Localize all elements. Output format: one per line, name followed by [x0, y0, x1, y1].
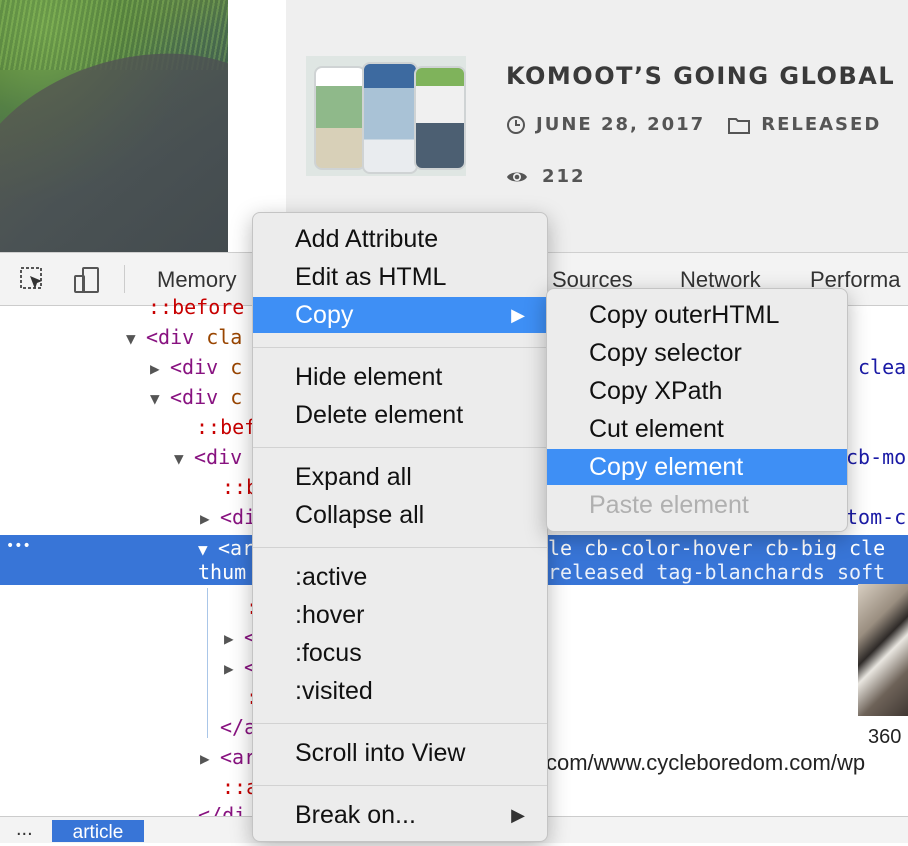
menu-item-copy-selector[interactable]: Copy selector — [547, 335, 847, 371]
image-url[interactable]: com/www.cycleboredom.com/wp — [546, 750, 865, 776]
clock-icon — [507, 115, 525, 134]
menu-item-active-state[interactable]: :active — [253, 559, 547, 595]
phone-screenshot-2 — [362, 62, 418, 174]
context-menu: Add Attribute Edit as HTML Copy ▶ Hide el… — [252, 212, 548, 842]
menu-separator — [253, 447, 547, 448]
menu-separator — [253, 723, 547, 724]
menu-item-copy-xpath[interactable]: Copy XPath — [547, 373, 847, 409]
image-preview — [858, 584, 908, 716]
menu-item-visited-state[interactable]: :visited — [253, 673, 547, 709]
menu-item-expand-all[interactable]: Expand all — [253, 459, 547, 495]
tree-line[interactable]: ▶ <ar — [200, 742, 256, 772]
menu-item-hide-element[interactable]: Hide element — [253, 359, 547, 395]
device-toolbar-icon[interactable] — [72, 265, 102, 295]
menu-item-scroll-into-view[interactable]: Scroll into View — [253, 735, 547, 771]
folder-icon — [728, 117, 751, 134]
post-thumbnail[interactable] — [306, 56, 466, 176]
menu-item-focus-state[interactable]: :focus — [253, 635, 547, 671]
inspect-element-icon[interactable] — [18, 265, 48, 295]
menu-item-hover-state[interactable]: :hover — [253, 597, 547, 633]
menu-separator — [253, 347, 547, 348]
menu-item-copy[interactable]: Copy ▶ — [253, 297, 547, 333]
phone-screenshot-1 — [314, 66, 366, 170]
views-count: 212 — [542, 166, 586, 187]
menu-item-copy-outerhtml[interactable]: Copy outerHTML — [547, 297, 847, 333]
post-views: 212 — [506, 166, 586, 187]
image-dimensions: 360 — [868, 726, 902, 748]
expand-triangle-icon[interactable]: ▶ — [224, 654, 244, 684]
copy-submenu: Copy outerHTML Copy selector Copy XPath … — [546, 288, 848, 532]
menu-item-edit-as-html[interactable]: Edit as HTML — [253, 259, 547, 295]
tree-line[interactable]: </a — [220, 712, 256, 742]
menu-item-collapse-all[interactable]: Collapse all — [253, 497, 547, 533]
post-category[interactable]: RELEASED — [761, 114, 881, 135]
hero-photo — [0, 0, 228, 252]
post-date: JUNE 28, 2017 — [536, 114, 706, 135]
phone-screenshot-3 — [414, 66, 466, 170]
menu-separator — [253, 785, 547, 786]
submenu-arrow-icon: ▶ — [511, 305, 525, 325]
breadcrumb-article[interactable]: article — [52, 820, 144, 843]
eye-icon — [507, 172, 527, 181]
breadcrumb-more[interactable]: ... — [16, 818, 33, 841]
menu-item-break-on[interactable]: Break on... ▶ — [253, 797, 547, 833]
expand-triangle-icon[interactable]: ▶ — [224, 624, 244, 654]
menu-separator — [253, 547, 547, 548]
tab-memory[interactable]: Memory — [157, 267, 236, 293]
menu-item-delete-element[interactable]: Delete element — [253, 397, 547, 433]
menu-item-cut-element[interactable]: Cut element — [547, 411, 847, 447]
post-title[interactable]: KOMOOT’S GOING GLOBAL — [506, 62, 895, 90]
menu-item-copy-element[interactable]: Copy element — [547, 449, 847, 485]
post-meta: JUNE 28, 2017 RELEASED — [506, 114, 881, 135]
menu-item-paste-element: Paste element — [589, 491, 749, 519]
submenu-arrow-icon: ▶ — [511, 805, 525, 825]
menu-item-add-attribute[interactable]: Add Attribute — [253, 221, 547, 257]
expand-triangle-icon[interactable]: ▶ — [200, 744, 220, 774]
toolbar-divider — [124, 265, 125, 293]
